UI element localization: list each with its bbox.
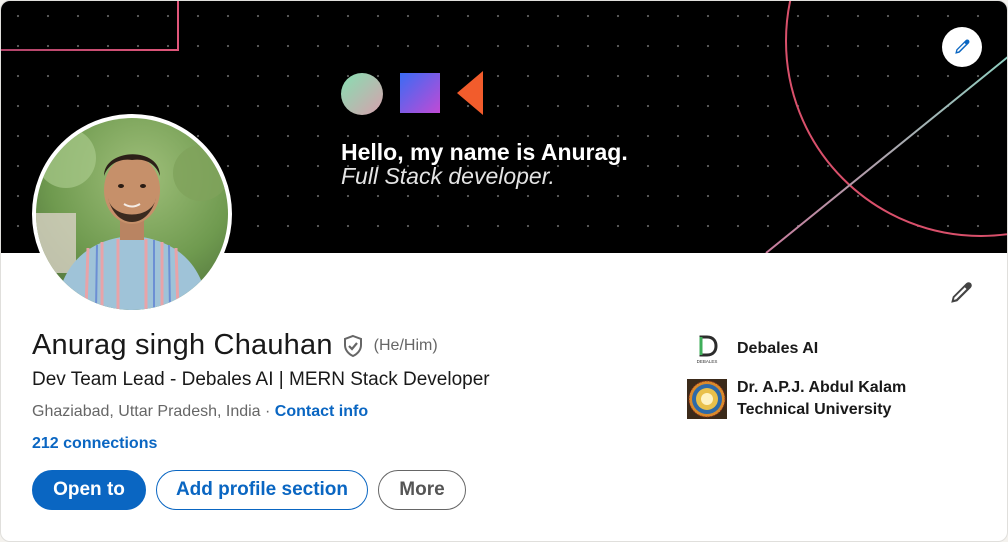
pencil-icon [955, 39, 970, 54]
banner-triangle-shape [457, 71, 483, 115]
edit-banner-button[interactable] [942, 27, 982, 67]
edit-intro-button[interactable] [941, 273, 981, 313]
school-name-line2: Technical University [737, 401, 892, 418]
profile-name: Anurag singh Chauhan [32, 329, 333, 361]
profile-photo[interactable] [32, 114, 232, 314]
name-row: Anurag singh Chauhan (He/Him) [32, 329, 438, 362]
contact-info-link[interactable]: Contact info [275, 403, 368, 420]
banner-square-shape [400, 73, 440, 113]
school-name: Dr. A.P.J. Abdul Kalam Technical Univers… [737, 377, 906, 421]
location-separator: · [260, 403, 275, 420]
more-button[interactable]: More [378, 470, 466, 510]
debales-logo-icon: DEBALES [687, 329, 727, 369]
banner-circle-shape [341, 73, 383, 115]
school-name-line1: Dr. A.P.J. Abdul Kalam [737, 379, 907, 396]
banner-role: Full Stack developer. [341, 163, 555, 189]
profile-headline: Dev Team Lead - Debales AI | MERN Stack … [32, 369, 490, 390]
current-company[interactable]: DEBALES Debales AI [687, 329, 818, 369]
pencil-icon [951, 282, 972, 303]
add-profile-section-button[interactable]: Add profile section [156, 470, 368, 510]
shield-check-icon[interactable] [341, 334, 365, 358]
aktu-seal-icon [687, 379, 727, 419]
debales-logo-text: DEBALES [697, 359, 718, 364]
education-school[interactable]: Dr. A.P.J. Abdul Kalam Technical Univers… [687, 377, 906, 421]
banner-greeting: Hello, my name is Anurag. [341, 139, 628, 165]
profile-card: Hello, my name is Anurag. Full Stack dev… [0, 0, 1008, 542]
connections-link[interactable]: 212 connections [32, 435, 157, 453]
banner-shapes [341, 71, 491, 115]
company-name: Debales AI [737, 340, 819, 357]
location-text: Ghaziabad, Uttar Pradesh, India [32, 403, 261, 420]
pronouns: (He/Him) [373, 336, 438, 354]
open-to-button[interactable]: Open to [32, 470, 146, 510]
avatar [36, 118, 228, 310]
location-row: Ghaziabad, Uttar Pradesh, India · Contac… [32, 403, 368, 421]
